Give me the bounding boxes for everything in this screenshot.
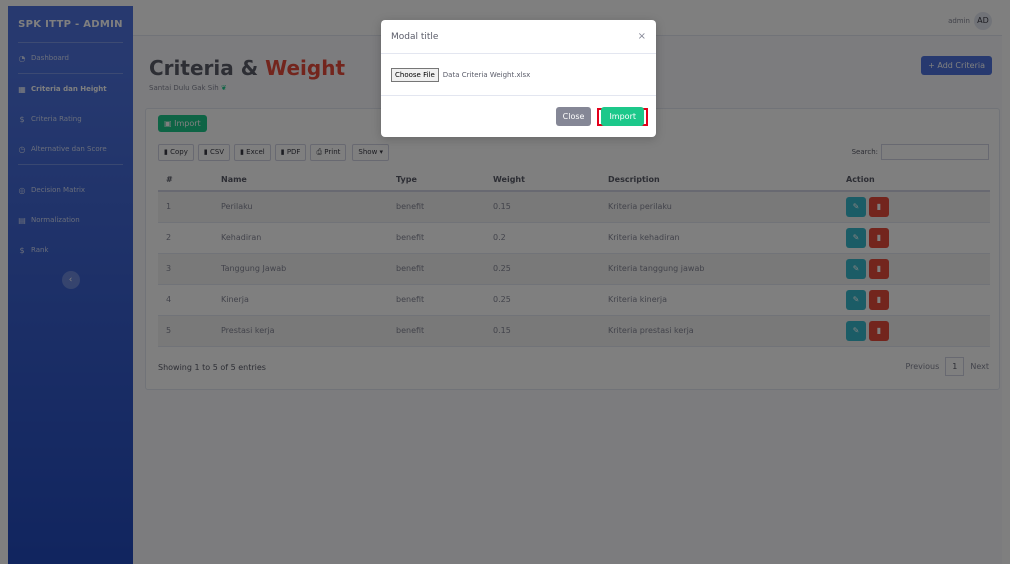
modal-header: Modal title ×	[381, 20, 656, 54]
choose-file-button[interactable]: Choose File	[391, 67, 439, 82]
modal-footer: Close Import	[381, 96, 656, 137]
selected-file-name: Data Criteria Weight.xlsx	[442, 70, 531, 79]
modal-body: Choose File Data Criteria Weight.xlsx	[381, 54, 656, 96]
close-button[interactable]: Close	[555, 107, 592, 126]
close-icon[interactable]: ×	[638, 31, 646, 42]
modal-import-button[interactable]: Import	[601, 106, 644, 126]
modal-title: Modal title	[391, 31, 439, 42]
import-modal: Modal title × Choose File Data Criteria …	[381, 20, 656, 137]
import-highlight: Import	[597, 106, 648, 126]
